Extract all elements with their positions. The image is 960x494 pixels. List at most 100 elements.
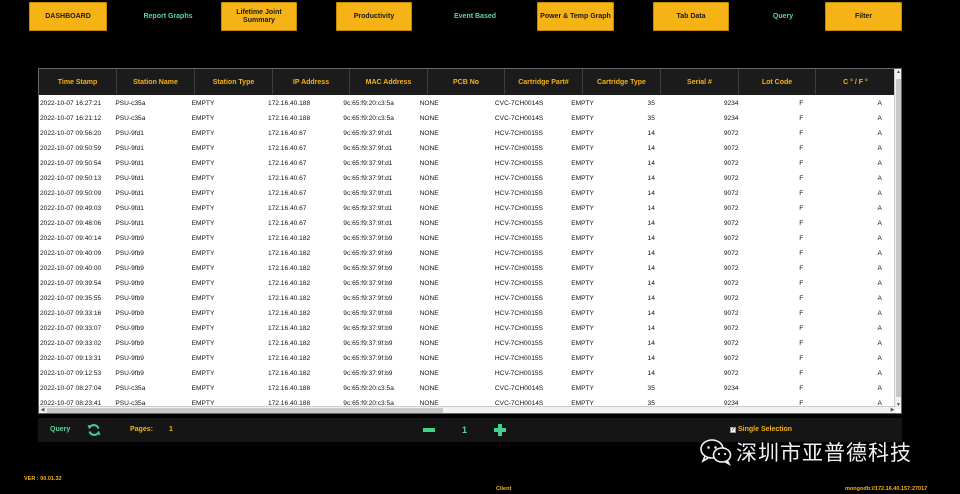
table-row[interactable]: 2022-10-07 09:50:13 PSU-9fd1 EMPTY 172.16.4… [39,171,896,186]
table-cell: 9072 [723,205,739,212]
column-header[interactable]: Station Name [117,69,195,95]
table-cell: F [799,220,804,227]
table-cell: F [799,145,804,152]
tab-tab-data[interactable]: Tab Data [653,2,729,31]
table-row[interactable]: 2022-10-07 09:35:55 PSU-9fb9 EMPTY 172.16.4… [39,291,896,306]
table-cell: HCV-7CH0015S [494,145,543,152]
table-cell: EMPTY [571,130,594,137]
table-row[interactable]: 2022-10-07 09:50:09 PSU-9fd1 EMPTY 172.16.4… [39,186,896,201]
table-cell: 9c:65:f9:37:9f:b9 [343,310,393,317]
scroll-up-icon[interactable]: ▲ [895,69,901,76]
table-row[interactable]: 2022-10-07 09:33:07 PSU-9fb9 EMPTY 172.16.4… [39,321,896,336]
table-body[interactable]: 2022-10-07 16:27:21 PSU-c35a EMPTY 172.16.4… [39,96,896,407]
column-header[interactable]: MAC Address [350,69,428,95]
refresh-icon[interactable] [86,422,102,438]
table-row[interactable]: 2022-10-07 09:56:20 PSU-9fd1 EMPTY 172.16.4… [39,126,896,141]
plus-icon[interactable] [492,422,508,438]
table-cell: PSU-9fd1 [115,160,144,167]
vertical-scroll-thumb[interactable] [896,79,901,397]
table-cell: HCV-7CH0015S [494,220,543,227]
table-cell: EMPTY [191,145,215,152]
table-row[interactable]: 2022-10-07 09:48:06 PSU-9fd1 EMPTY 172.16.4… [39,216,896,231]
table-cell: EMPTY [191,160,215,167]
table-cell: 2022-10-07 09:56:20 [40,130,102,137]
column-header[interactable]: Station Type [195,69,273,95]
table-cell: 9072 [723,265,739,272]
table-cell: HCV-7CH0015S [494,370,543,377]
table-cell: 9234 [723,385,739,392]
table-cell: 14 [647,220,655,227]
table-cell: 14 [647,205,655,212]
column-header[interactable]: Lot Code [739,69,816,95]
tab-dashboard[interactable]: DASHBOARD [29,2,107,31]
table-row[interactable]: 2022-10-07 09:49:03 PSU-9fd1 EMPTY 172.16.4… [39,201,896,216]
table-cell: 172.16.40.188 [267,385,311,392]
column-header[interactable]: IP Address [273,69,350,95]
table-cell: 35 [647,385,655,392]
table-row[interactable]: 2022-10-07 09:40:00 PSU-9fb9 EMPTY 172.16.4… [39,261,896,276]
table-cell: F [799,235,804,242]
table-row[interactable]: 2022-10-07 09:40:09 PSU-9fb9 EMPTY 172.16.4… [39,246,896,261]
vertical-scrollbar[interactable]: ▲ ▼ [894,69,901,409]
table-cell: EMPTY [191,100,215,107]
tab-lifetime-joint-summary[interactable]: Lifetime Joint Summary [221,2,297,31]
tab-filter[interactable]: Filter [825,2,902,31]
table-row[interactable]: 2022-10-07 08:27:04 PSU-c35a EMPTY 172.16.4… [39,381,896,396]
table-cell: 2022-10-07 09:50:54 [40,160,102,167]
query-label: Query [50,426,71,433]
horizontal-scrollbar[interactable]: ◀ ▶ [39,406,896,413]
watermark: 深圳市亚普德科技 [700,437,912,467]
table-cell: NONE [419,340,439,347]
table-cell: PSU-9fd1 [115,190,144,197]
table-cell: CVC-7CH0014S [494,100,544,107]
horizontal-scroll-thumb[interactable] [47,408,443,413]
tab-query[interactable]: Query [745,2,821,31]
table-row[interactable]: 2022-10-07 09:50:59 PSU-9fd1 EMPTY 172.16.4… [39,141,896,156]
table-row[interactable]: 2022-10-07 09:13:31 PSU-9fb9 EMPTY 172.16.4… [39,351,896,366]
single-selection-checkbox[interactable]: ✓ [730,427,736,433]
table-row[interactable]: 2022-10-07 09:40:14 PSU-9fb9 EMPTY 172.16.4… [39,231,896,246]
table-row[interactable]: 2022-10-07 16:21:12 PSU-c35a EMPTY 172.16.4… [39,111,896,126]
column-header[interactable]: C ° / F ° [816,69,896,95]
column-header[interactable]: Cartridge Part# [505,69,583,95]
table-cell: F [799,340,804,347]
tab-productivity[interactable]: Productivity [336,2,412,31]
table-row[interactable]: 2022-10-07 09:12:53 PSU-9fb9 EMPTY 172.16.4… [39,366,896,381]
table-cell: 2022-10-07 16:27:21 [40,100,102,107]
scroll-left-icon[interactable]: ◀ [39,407,46,413]
table-cell: NONE [419,190,439,197]
column-header[interactable]: Time Stamp [39,69,117,95]
table-row[interactable]: 2022-10-07 09:33:02 PSU-9fb9 EMPTY 172.16.4… [39,336,896,351]
table-cell: NONE [419,205,439,212]
table-cell: 9c:65:f9:37:9f:d1 [343,175,393,182]
table-row[interactable]: 2022-10-07 16:27:21 PSU-c35a EMPTY 172.16.4… [39,96,896,111]
table-cell: EMPTY [571,295,594,302]
scroll-right-icon[interactable]: ▶ [889,407,896,413]
table-cell: EMPTY [571,250,594,257]
table-cell: 9072 [723,220,739,227]
wechat-icon [700,439,732,466]
tab-report-graphs[interactable]: Report Graphs [128,2,208,31]
scroll-down-icon[interactable]: ▼ [895,402,901,409]
column-header[interactable]: Serial # [661,69,739,95]
table-cell: 9c:65:f9:37:9f:b9 [343,280,393,287]
table-cell: 35 [647,115,655,122]
table-cell: 9c:65:f9:37:9f:b9 [343,370,393,377]
table-cell: 14 [647,340,655,347]
table-cell: EMPTY [571,220,594,227]
tab-event-based[interactable]: Event Based [437,2,513,31]
tab-power-temp-graph[interactable]: Power & Temp Graph [537,2,614,31]
table-cell: HCV-7CH0015S [494,205,543,212]
column-header[interactable]: Cartridge Type [583,69,661,95]
table-row[interactable]: 2022-10-07 09:33:16 PSU-9fb9 EMPTY 172.16.4… [39,306,896,321]
table-cell: NONE [419,325,439,332]
table-cell: PSU-9fd1 [115,220,144,227]
minus-icon[interactable] [422,423,436,437]
column-header[interactable]: PCB No [428,69,505,95]
table-cell: 2022-10-07 09:12:53 [40,370,102,377]
table-cell: EMPTY [191,385,215,392]
table-cell: 9072 [723,160,739,167]
table-row[interactable]: 2022-10-07 09:50:54 PSU-9fd1 EMPTY 172.16.4… [39,156,896,171]
table-row[interactable]: 2022-10-07 09:39:54 PSU-9fb9 EMPTY 172.16.4… [39,276,896,291]
table-cell: 9c:65:f9:37:9f:d1 [343,160,393,167]
